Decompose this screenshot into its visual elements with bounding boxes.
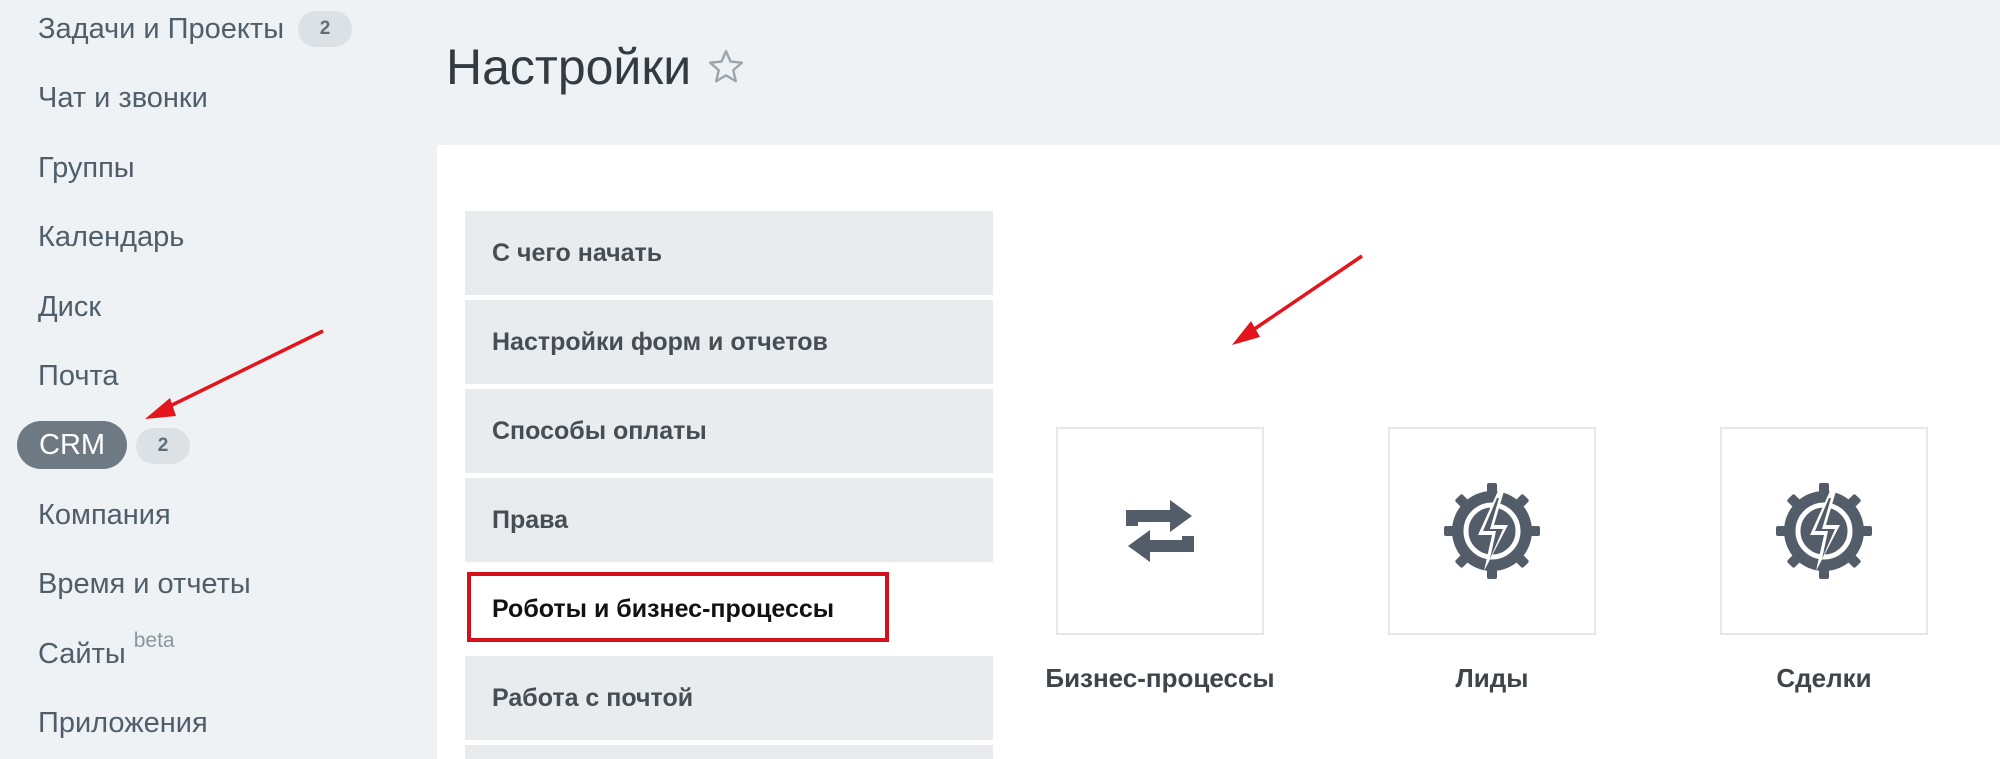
- settings-content-panel: С чего начать Настройки форм и отчетов С…: [437, 145, 2000, 759]
- refresh-arrows-icon: [1126, 500, 1194, 562]
- page: Задачи и Проекты 2 Чат и звонки Группы К…: [0, 0, 2000, 759]
- sidebar-item-company[interactable]: Компания: [38, 492, 171, 538]
- menu-item-label: Способы оплаты: [492, 416, 707, 445]
- sidebar-item-label: Группы: [38, 151, 135, 184]
- crm-counter-badge: 2: [136, 428, 190, 464]
- menu-item-label: С чего начать: [492, 238, 663, 267]
- gear-lightning-icon: [1444, 483, 1540, 579]
- sidebar-item-label: Календарь: [38, 220, 185, 253]
- settings-menu-item-robots-bp[interactable]: Роботы и бизнес-процессы: [465, 567, 993, 651]
- sidebar-item-label: Задачи и Проекты: [38, 12, 285, 45]
- sidebar-item-label: Почта: [38, 359, 119, 392]
- tile-label-business-processes: Бизнес-процессы: [1045, 663, 1275, 693]
- settings-menu-item-mail-work[interactable]: Работа с почтой: [465, 656, 993, 740]
- sidebar-item-label: CRM: [39, 428, 106, 461]
- sidebar-item-chat-calls[interactable]: Чат и звонки: [38, 75, 208, 121]
- left-sidebar: Задачи и Проекты 2 Чат и звонки Группы К…: [0, 0, 430, 759]
- settings-menu-item-forms-reports[interactable]: Настройки форм и отчетов: [465, 300, 993, 384]
- menu-item-label: Работа с почтой: [492, 683, 694, 712]
- menu-item-label: Права: [492, 505, 569, 534]
- sidebar-item-label: Время и отчеты: [38, 567, 251, 600]
- settings-menu-item-more[interactable]: [465, 745, 993, 759]
- sidebar-item-label: Диск: [38, 290, 102, 323]
- sidebar-item-label: Чат и звонки: [38, 81, 208, 114]
- menu-item-label: Роботы и бизнес-процессы: [492, 594, 835, 623]
- tile-business-processes[interactable]: [1056, 427, 1264, 635]
- sidebar-item-crm[interactable]: CRM: [17, 421, 128, 469]
- settings-menu-item-getting-started[interactable]: С чего начать: [465, 211, 993, 295]
- sidebar-item-mail[interactable]: Почта: [38, 353, 119, 399]
- sidebar-item-groups[interactable]: Группы: [38, 145, 135, 191]
- tile-leads[interactable]: [1388, 427, 1596, 635]
- sidebar-item-label: Приложения: [38, 706, 208, 739]
- tile-deals[interactable]: [1720, 427, 1928, 635]
- settings-menu: С чего начать Настройки форм и отчетов С…: [465, 211, 993, 759]
- settings-menu-item-permissions[interactable]: Права: [465, 478, 993, 562]
- sidebar-item-sites[interactable]: Сайты beta: [38, 629, 175, 677]
- sidebar-item-calendar[interactable]: Календарь: [38, 214, 184, 260]
- sidebar-item-apps[interactable]: Приложения: [38, 700, 208, 746]
- page-title-text: Настройки: [446, 39, 692, 95]
- sidebar-item-tasks-projects[interactable]: Задачи и Проекты 2: [38, 6, 353, 52]
- sidebar-item-label: Сайты: [38, 637, 126, 670]
- page-title: Настройки: [446, 38, 745, 96]
- tasks-counter-badge: 2: [298, 11, 353, 47]
- settings-menu-item-payment-methods[interactable]: Способы оплаты: [465, 389, 993, 473]
- menu-item-label: Настройки форм и отчетов: [492, 327, 828, 356]
- beta-badge: beta: [133, 629, 175, 652]
- gear-lightning-icon: [1776, 483, 1872, 579]
- star-outline-icon[interactable]: [707, 48, 745, 86]
- tile-label-deals: Сделки: [1776, 663, 1872, 693]
- sidebar-item-label: Компания: [38, 498, 171, 531]
- tile-label-leads: Лиды: [1455, 663, 1529, 693]
- sidebar-item-disk[interactable]: Диск: [38, 284, 101, 330]
- sidebar-item-time-reports[interactable]: Время и отчеты: [38, 561, 251, 607]
